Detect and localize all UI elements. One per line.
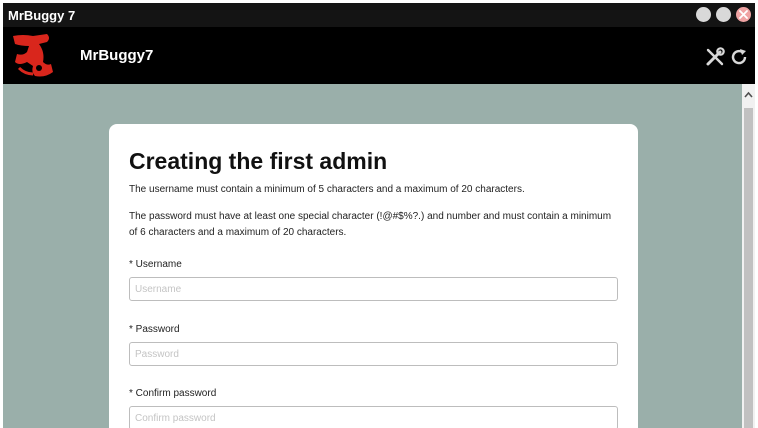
- password-label: * Password: [129, 324, 180, 335]
- username-input[interactable]: [129, 277, 618, 301]
- refresh-icon[interactable]: [729, 47, 749, 67]
- wrench-screwdriver-icon[interactable]: [705, 47, 725, 67]
- confirm-password-label: * Confirm password: [129, 388, 217, 399]
- close-icon: [739, 10, 748, 19]
- maximize-button[interactable]: [716, 7, 731, 22]
- minimize-button[interactable]: [696, 7, 711, 22]
- username-rule-text: The username must contain a minimum of 5…: [129, 184, 525, 195]
- close-button[interactable]: [736, 7, 751, 22]
- logo-icon: [13, 34, 53, 77]
- username-label: * Username: [129, 259, 182, 270]
- scroll-up-arrow-icon[interactable]: [742, 88, 755, 102]
- password-input[interactable]: [129, 342, 618, 366]
- admin-form-card: Creating the first admin The username mu…: [109, 124, 638, 428]
- scrollbar-thumb[interactable]: [744, 108, 753, 428]
- window-title: MrBuggy 7: [8, 8, 76, 23]
- confirm-password-input[interactable]: [129, 406, 618, 428]
- title-bar[interactable]: MrBuggy 7: [3, 3, 755, 27]
- vertical-scrollbar[interactable]: [742, 84, 755, 428]
- app-name: MrBuggy7: [80, 47, 154, 64]
- password-rule-text: The password must have at least one spec…: [129, 211, 612, 238]
- app-header: MrBuggy7: [3, 27, 755, 84]
- app-window: MrBuggy 7 MrBuggy7 Creating the first ad…: [3, 3, 755, 428]
- main-content: Creating the first admin The username mu…: [3, 84, 741, 428]
- form-title: Creating the first admin: [129, 148, 388, 174]
